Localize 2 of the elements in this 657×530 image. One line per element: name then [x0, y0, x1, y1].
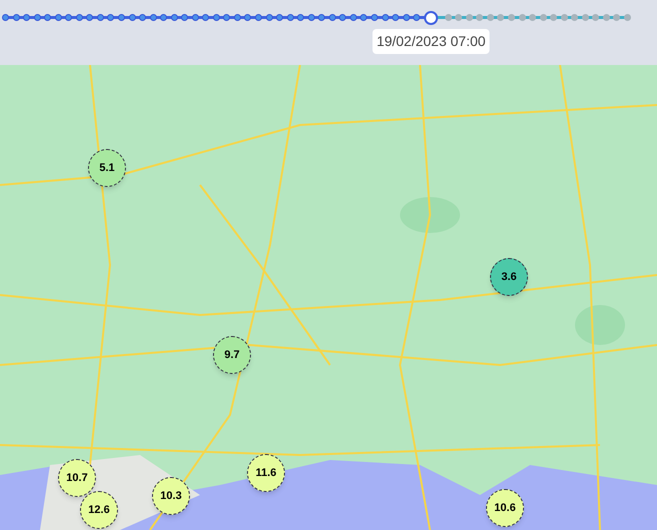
time-label: 19/02/2023 07:00	[372, 29, 490, 54]
timeline-handle[interactable]	[424, 11, 438, 25]
